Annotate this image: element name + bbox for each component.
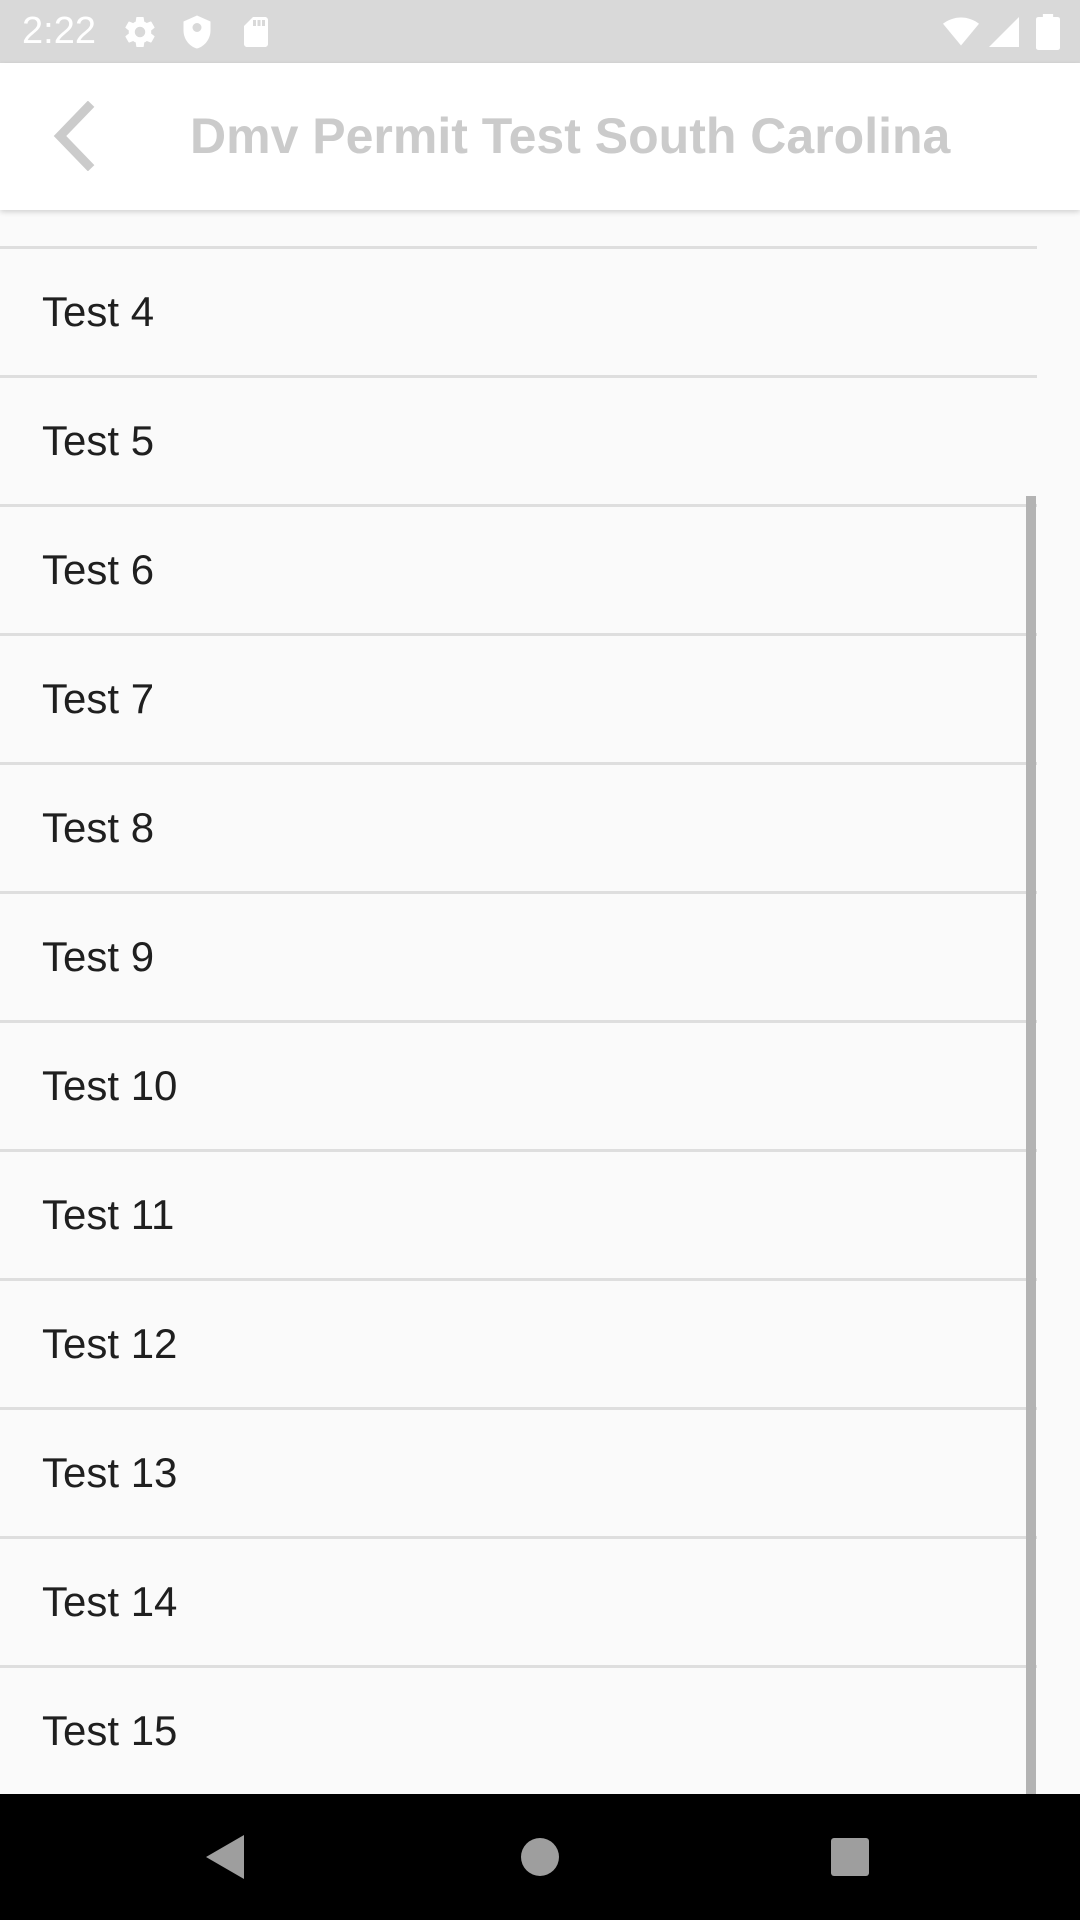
wifi-icon bbox=[941, 14, 981, 50]
back-triangle-icon bbox=[206, 1835, 244, 1879]
back-button[interactable] bbox=[40, 93, 110, 179]
list-item-label: Test 4 bbox=[42, 288, 155, 335]
page-title: Dmv Permit Test South Carolina bbox=[190, 108, 951, 164]
signal-icon bbox=[986, 14, 1022, 50]
list-item-test-7[interactable]: Test 7 bbox=[0, 636, 1037, 765]
list-item-test-15[interactable]: Test 15 bbox=[0, 1668, 1037, 1794]
list-item-test-4[interactable]: Test 4 bbox=[0, 249, 1037, 378]
settings-icon bbox=[122, 14, 158, 50]
list-item-label: Test 12 bbox=[42, 1320, 178, 1367]
recents-square-icon bbox=[831, 1838, 869, 1876]
nav-back-button[interactable] bbox=[186, 1817, 266, 1897]
sd-card-icon bbox=[238, 14, 274, 50]
shield-icon bbox=[179, 14, 215, 50]
list-item-label: Test 6 bbox=[42, 546, 155, 593]
list-item-label: Test 10 bbox=[42, 1062, 178, 1109]
app-bar: Dmv Permit Test South Carolina bbox=[0, 63, 1080, 210]
status-time: 2:22 bbox=[22, 10, 96, 52]
list-item-test-10[interactable]: Test 10 bbox=[0, 1023, 1037, 1152]
battery-icon bbox=[1036, 14, 1060, 50]
list-item-test-6[interactable]: Test 6 bbox=[0, 507, 1037, 636]
list-item-label: Test 5 bbox=[42, 417, 155, 464]
list-item-test-14[interactable]: Test 14 bbox=[0, 1539, 1037, 1668]
list-item-label: Test 11 bbox=[42, 1191, 175, 1238]
list-scrollbar[interactable] bbox=[1026, 496, 1036, 1794]
status-bar: 2:22 bbox=[0, 0, 1080, 63]
nav-home-button[interactable] bbox=[500, 1817, 580, 1897]
navigation-bar bbox=[0, 1794, 1080, 1920]
list-item-test-9[interactable]: Test 9 bbox=[0, 894, 1037, 1023]
list-item-label: Test 8 bbox=[42, 804, 155, 851]
test-list-items: Test 4 Test 5 Test 6 Test 7 Test 8 Test … bbox=[0, 249, 1037, 1794]
list-item-test-8[interactable]: Test 8 bbox=[0, 765, 1037, 894]
test-list[interactable]: Test 4 Test 5 Test 6 Test 7 Test 8 Test … bbox=[0, 210, 1080, 1794]
list-item-label: Test 7 bbox=[42, 675, 155, 722]
home-circle-icon bbox=[521, 1838, 559, 1876]
list-item-test-5[interactable]: Test 5 bbox=[0, 378, 1037, 507]
list-item-label: Test 14 bbox=[42, 1578, 178, 1625]
nav-recents-button[interactable] bbox=[810, 1817, 890, 1897]
list-item-test-12[interactable]: Test 12 bbox=[0, 1281, 1037, 1410]
list-item-label: Test 9 bbox=[42, 933, 155, 980]
list-item-test-13[interactable]: Test 13 bbox=[0, 1410, 1037, 1539]
list-item-label: Test 15 bbox=[42, 1707, 178, 1754]
list-item-label: Test 13 bbox=[42, 1449, 178, 1496]
list-item-test-11[interactable]: Test 11 bbox=[0, 1152, 1037, 1281]
chevron-left-icon bbox=[53, 101, 95, 171]
